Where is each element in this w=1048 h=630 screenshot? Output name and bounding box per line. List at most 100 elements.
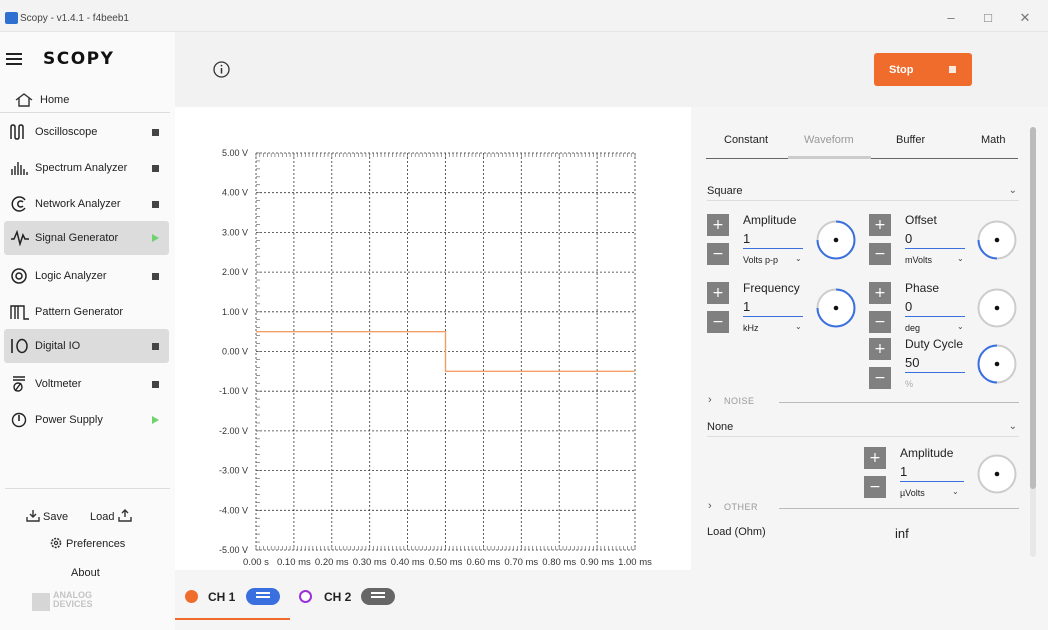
chevron-right-icon: › [708,500,712,512]
sidebar-item-spectrum-analyzer[interactable]: Spectrum Analyzer [4,151,169,185]
stop-icon [949,66,956,73]
frequency-decrement-button[interactable]: − [707,311,729,333]
offset-knob[interactable] [976,219,1018,261]
close-icon[interactable]: ✕ [1015,10,1035,26]
noise-amplitude-knob[interactable] [976,453,1018,495]
sidebar-item-label: Logic Analyzer [35,270,107,282]
digital-io-icon [11,338,28,354]
stop-status-icon [152,343,159,350]
sidebar-item-network-analyzer[interactable]: Network Analyzer [4,187,169,221]
stop-status-icon [152,201,159,208]
tab-waveform[interactable]: Waveform [804,134,854,146]
sidebar-item-power-supply[interactable]: Power Supply [4,403,169,437]
x-tick-label: 0.10 ms [277,557,311,568]
load-value[interactable]: inf [895,526,909,538]
scrollbar-thumb[interactable] [1030,127,1036,489]
ch2-enable-toggle[interactable] [299,590,312,603]
noise-amplitude-input[interactable]: 1 [900,462,964,482]
tab-buffer[interactable]: Buffer [896,134,925,146]
ch2-settings-button[interactable] [361,588,395,605]
amplitude-label: Amplitude [743,213,797,227]
amplitude-unit-select[interactable]: Volts p-p ⌄ [743,254,802,265]
sidebar-item-digital-io[interactable]: Digital IO [4,329,169,363]
offset-input[interactable]: 0 [905,229,965,249]
waveform-plot[interactable]: 5.00 V 4.00 V 3.00 V 2.00 V 1.00 V 0.00 V -1.0… [175,107,690,570]
minimize-icon[interactable]: – [941,10,961,25]
plot-area[interactable]: 5.00 V 4.00 V 3.00 V 2.00 V 1.00 V 0.00 V -1.0… [175,107,690,570]
offset-decrement-button[interactable]: − [869,243,891,265]
signal-icon [11,230,29,246]
frequency-increment-button[interactable]: + [707,282,729,304]
maximize-icon[interactable]: □ [978,10,998,25]
amplitude-decrement-button[interactable]: − [707,243,729,265]
scopy-logo: SCOPY [43,49,115,69]
menu-icon[interactable] [6,53,22,65]
other-section-toggle[interactable]: › OTHER [707,500,1019,514]
ch1-label[interactable]: CH 1 [208,590,235,604]
info-icon[interactable] [213,61,230,78]
chevron-down-icon: ⌄ [1008,421,1017,432]
stop-status-icon [152,165,159,172]
ch1-settings-button[interactable] [246,588,280,605]
noise-amplitude-increment-button[interactable]: + [864,447,886,469]
sidebar-item-pattern-generator[interactable]: Pattern Generator [4,295,169,329]
sidebar-item-voltmeter[interactable]: Voltmeter [4,367,169,401]
waveform-type-select[interactable]: Square ⌄ [707,183,1019,201]
sidebar-item-oscilloscope[interactable]: Oscilloscope [4,115,169,149]
oscilloscope-icon [10,124,24,140]
channel-bar: CH 1 CH 2 [175,570,1048,630]
ch1-enable-toggle[interactable] [185,590,198,603]
duty-cycle-decrement-button[interactable]: − [869,367,891,389]
y-tick-label: 0.00 V [222,347,248,357]
noise-section-toggle[interactable]: › NOISE [707,394,1019,408]
sidebar-item-signal-generator[interactable]: Signal Generator [4,221,169,255]
y-tick-label: -1.00 V [219,386,248,396]
stop-button[interactable]: Stop [874,53,972,86]
phase-unit-select[interactable]: deg ⌄ [905,322,964,333]
chevron-down-icon: ⌄ [957,254,964,263]
x-tick-label: 0.20 ms [315,557,349,568]
about-button[interactable]: About [71,567,100,579]
load-row: Load (Ohm) inf [707,521,1019,538]
ch2-label[interactable]: CH 2 [324,590,351,604]
phase-decrement-button[interactable]: − [869,311,891,333]
phase-increment-button[interactable]: + [869,282,891,304]
duty-cycle-unit: % [905,379,914,389]
save-label: Save [43,511,69,523]
frequency-input[interactable]: 1 [743,297,803,317]
sliders-icon [371,592,385,601]
stop-status-icon [152,129,159,136]
duty-cycle-increment-button[interactable]: + [869,338,891,360]
duty-cycle-input[interactable]: 50 [905,353,965,373]
amplitude-knob[interactable] [815,219,857,261]
x-tick-label: 1.00 ms [618,557,652,568]
sidebar-item-logic-analyzer[interactable]: Logic Analyzer [4,259,169,293]
sidebar-item-label: Spectrum Analyzer [35,162,128,174]
frequency-label: Frequency [743,281,800,295]
tab-constant[interactable]: Constant [724,134,768,146]
sidebar-item-label: Network Analyzer [35,198,121,210]
x-tick-label: 0.40 ms [391,557,425,568]
sidebar-item-label: Signal Generator [35,232,119,244]
home-button[interactable]: Home [0,89,170,113]
offset-increment-button[interactable]: + [869,214,891,236]
sidebar-item-label: Oscilloscope [35,126,98,138]
frequency-knob[interactable] [815,287,857,329]
noise-amplitude-decrement-button[interactable]: − [864,476,886,498]
preferences-label: Preferences [66,538,126,550]
phase-input[interactable]: 0 [905,297,965,317]
y-tick-label: 5.00 V [222,148,248,158]
amplitude-input[interactable]: 1 [743,229,803,249]
frequency-unit-select[interactable]: kHz ⌄ [743,322,802,333]
offset-unit-select[interactable]: mVolts ⌄ [905,254,964,265]
phase-knob[interactable] [976,287,1018,329]
noise-amplitude-unit-select[interactable]: µVolts ⌄ [900,487,959,498]
amplitude-increment-button[interactable]: + [707,214,729,236]
tab-math[interactable]: Math [981,134,1005,146]
noise-type-select[interactable]: None ⌄ [707,419,1019,437]
chevron-down-icon: ⌄ [795,254,802,263]
sidebar-item-label: Pattern Generator [35,306,124,318]
duty-cycle-knob[interactable] [976,343,1018,385]
analog-devices-text: ANALOG DEVICES [53,590,93,609]
ch1-active-underline [175,618,290,620]
